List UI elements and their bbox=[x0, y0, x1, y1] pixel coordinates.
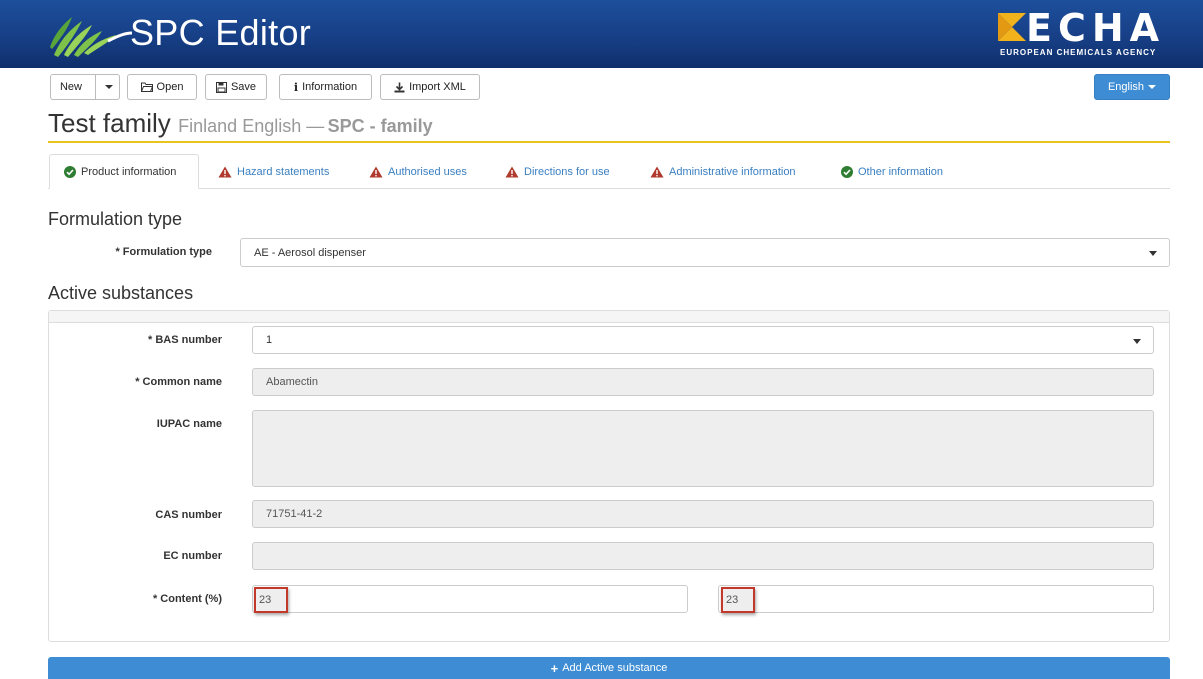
echa-subtitle: EUROPEAN CHEMICALS AGENCY bbox=[1000, 48, 1157, 57]
language-dropdown[interactable]: English bbox=[1094, 74, 1170, 100]
warning-triangle-icon bbox=[505, 166, 519, 177]
tab-authorised-uses[interactable]: Authorised uses bbox=[363, 154, 473, 189]
check-circle-icon bbox=[841, 165, 853, 178]
caret-down-icon bbox=[1148, 85, 1157, 89]
open-button[interactable]: Open bbox=[127, 74, 197, 100]
app-title: SPC Editor bbox=[130, 12, 312, 53]
leaf-logo-icon bbox=[50, 17, 133, 57]
page-title-subtitle: Finland English — bbox=[178, 116, 325, 136]
page-title-main: Test family bbox=[48, 108, 171, 138]
tab-label: Directions for use bbox=[524, 165, 610, 178]
folder-open-icon bbox=[140, 82, 153, 92]
tab-label: Hazard statements bbox=[237, 165, 330, 178]
formulation-type-select[interactable]: AE - Aerosol dispenser bbox=[240, 238, 1170, 267]
title-divider bbox=[48, 141, 1170, 143]
bas-number-select[interactable]: 1 bbox=[252, 326, 1154, 354]
common-name-value: Abamectin bbox=[266, 376, 318, 388]
panel-header bbox=[49, 311, 1169, 323]
bas-number-value: 1 bbox=[266, 334, 273, 346]
add-active-substance-button[interactable]: + Add Active substance bbox=[48, 657, 1170, 679]
app-header: SPC Editor ECHA EUROPEAN CHEMICALS AGENC… bbox=[0, 0, 1203, 68]
plus-icon: + bbox=[550, 660, 559, 676]
warning-triangle-icon bbox=[218, 166, 232, 177]
floppy-disk-icon bbox=[215, 81, 227, 93]
cas-number-value: 71751-41-2 bbox=[266, 508, 323, 520]
active-substances-heading: Active substances bbox=[48, 283, 194, 303]
common-name-label: * Common name bbox=[135, 376, 222, 388]
open-button-label: Open bbox=[156, 81, 184, 93]
caret-down-icon bbox=[1133, 339, 1141, 344]
tab-other-information[interactable]: Other information bbox=[835, 154, 949, 189]
add-active-substance-label: Add Active substance bbox=[562, 662, 668, 674]
language-label: English bbox=[1107, 81, 1145, 93]
save-button[interactable]: Save bbox=[205, 74, 267, 100]
tab-label: Authorised uses bbox=[388, 165, 467, 178]
tab-label: Product information bbox=[81, 165, 177, 178]
echa-wordmark: ECHA bbox=[1026, 6, 1166, 50]
content-label: * Content (%) bbox=[152, 593, 222, 605]
formulation-type-value: AE - Aerosol dispenser bbox=[254, 246, 366, 259]
content-max-value[interactable]: 23 bbox=[721, 587, 755, 613]
echa-mark-icon bbox=[998, 13, 1026, 41]
tab-administrative-information[interactable]: Administrative information bbox=[644, 154, 802, 189]
echa-logo: ECHA EUROPEAN CHEMICALS AGENCY bbox=[996, 6, 1176, 62]
iupac-name-label: IUPAC name bbox=[156, 418, 222, 430]
formulation-type-heading: Formulation type bbox=[48, 209, 183, 229]
new-button-group[interactable]: New bbox=[50, 74, 120, 100]
import-xml-button-label: Import XML bbox=[409, 81, 466, 93]
caret-down-icon bbox=[105, 85, 114, 89]
info-icon: i bbox=[293, 80, 299, 94]
tab-product-information[interactable]: Product information bbox=[49, 154, 199, 189]
common-name-field[interactable]: Abamectin bbox=[252, 368, 1154, 396]
bas-number-label: * BAS number bbox=[148, 334, 222, 346]
iupac-name-field[interactable] bbox=[252, 410, 1154, 487]
new-button[interactable]: New bbox=[51, 81, 91, 93]
import-xml-button[interactable]: Import XML bbox=[380, 74, 480, 100]
tab-directions-for-use[interactable]: Directions for use bbox=[499, 154, 616, 189]
content-min-value[interactable]: 23 bbox=[254, 587, 288, 613]
tab-hazard-statements[interactable]: Hazard statements bbox=[212, 154, 335, 189]
new-dropdown-toggle[interactable] bbox=[100, 85, 119, 89]
content-min-field[interactable] bbox=[252, 585, 688, 613]
content-max-field[interactable] bbox=[718, 585, 1154, 613]
warning-triangle-icon bbox=[650, 166, 664, 177]
page-title-type: SPC - family bbox=[327, 116, 433, 136]
ec-number-field[interactable] bbox=[252, 542, 1154, 570]
tab-label: Administrative information bbox=[669, 165, 796, 178]
ec-number-label: EC number bbox=[163, 550, 222, 562]
warning-triangle-icon bbox=[369, 166, 383, 177]
cas-number-field[interactable]: 71751-41-2 bbox=[252, 500, 1154, 528]
download-icon bbox=[394, 82, 405, 92]
tab-label: Other information bbox=[858, 165, 943, 178]
cas-number-label: CAS number bbox=[155, 509, 222, 521]
information-button-label: Information bbox=[302, 81, 358, 93]
check-circle-icon bbox=[64, 165, 76, 178]
save-button-label: Save bbox=[230, 81, 257, 93]
page-title: Test family Finland English — SPC - fami… bbox=[48, 108, 433, 139]
caret-down-icon bbox=[1149, 251, 1157, 256]
formulation-type-label: * Formulation type bbox=[115, 246, 212, 258]
information-button[interactable]: i Information bbox=[279, 74, 372, 100]
